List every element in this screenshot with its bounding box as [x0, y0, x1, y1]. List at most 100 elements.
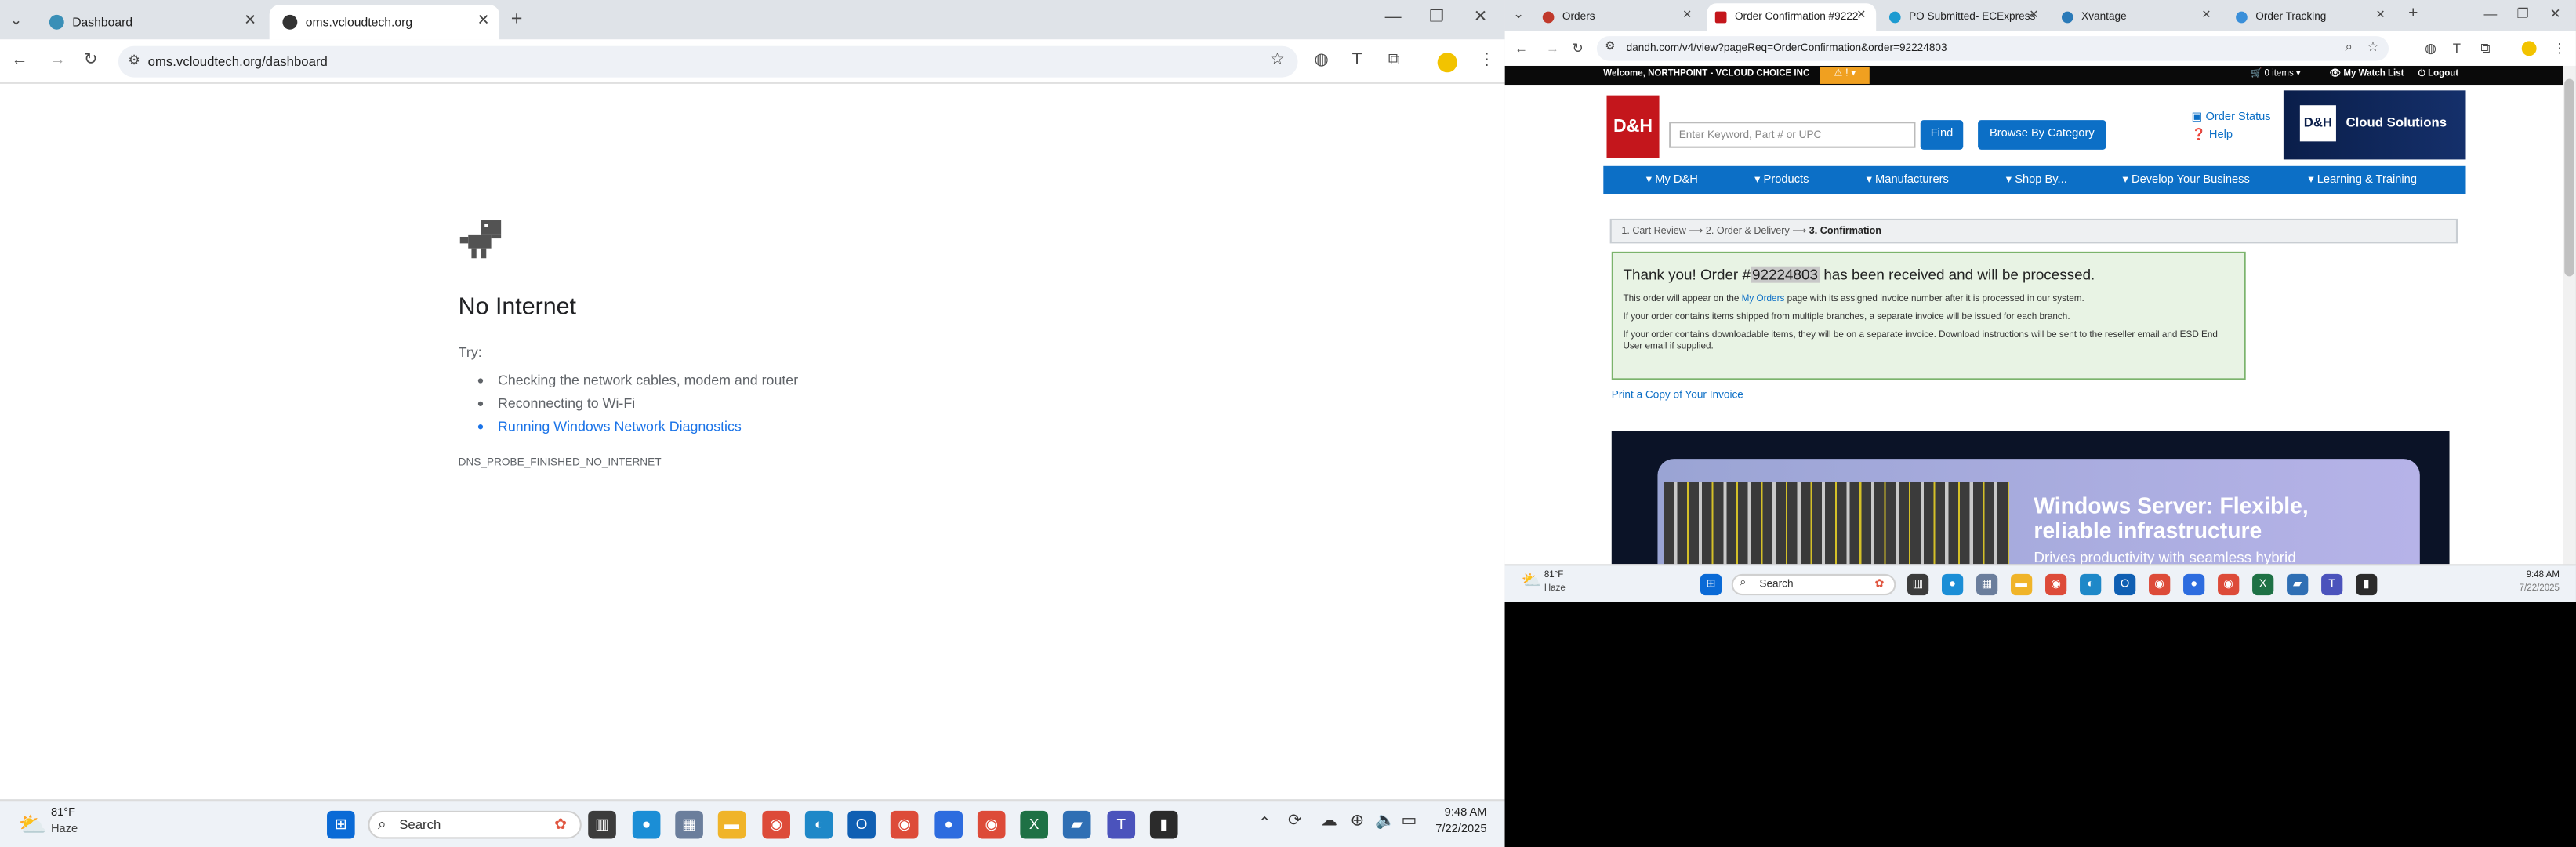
close-tab-icon[interactable]: ✕ [2029, 8, 2038, 22]
nav-shop-by[interactable]: ▾ Shop By... [2006, 173, 2067, 186]
chrome-icon[interactable]: ◉ [762, 810, 790, 839]
maximize-icon[interactable]: ❐ [1429, 8, 1444, 27]
tab-search-icon[interactable]: ⌄ [1513, 5, 1524, 24]
clock-time[interactable]: 9:48 AM [2497, 571, 2560, 581]
new-tab-icon[interactable]: + [2408, 5, 2418, 24]
minimize-icon[interactable]: — [1385, 8, 1402, 27]
zoom-icon[interactable]: ⌕ [2346, 38, 2353, 57]
zoom-icon[interactable]: ● [2183, 573, 2205, 596]
site-info-icon[interactable]: ⚙ [128, 51, 140, 71]
file-explorer-icon[interactable]: ▬ [2011, 573, 2033, 596]
alerts-badge[interactable]: ⚠ ! ▾ [1820, 67, 1870, 84]
menu-icon[interactable]: ⋮ [2553, 39, 2567, 59]
reader-icon[interactable]: T [2453, 39, 2461, 59]
tab-oms[interactable]: oms.vcloudtech.org ✕ [269, 5, 500, 40]
watch-list-link[interactable]: 👁 My Watch List [2330, 69, 2404, 79]
tab-search-icon[interactable]: ⌄ [10, 10, 23, 30]
close-tab-icon[interactable]: ✕ [244, 12, 256, 30]
nav-my-dandh[interactable]: ▾ My D&H [1646, 173, 1698, 186]
teams-icon[interactable]: T [2321, 573, 2343, 596]
tab-xvantage[interactable]: Xvantage ✕ [2053, 3, 2221, 31]
my-orders-link[interactable]: My Orders [1742, 294, 1785, 304]
diagnostics-link[interactable]: Running Windows Network Diagnostics [498, 414, 1116, 437]
reload-icon[interactable]: ↻ [84, 51, 98, 71]
nav-products[interactable]: ▾ Products [1754, 173, 1809, 186]
chrome-profile2-icon[interactable]: ◉ [977, 810, 1006, 839]
taskbar-search[interactable]: ⌕ Search ✿ [1731, 573, 1896, 596]
product-search-input[interactable]: Enter Keyword, Part # or UPC [1669, 122, 1916, 148]
bookmark-star-icon[interactable]: ☆ [2367, 38, 2378, 57]
profile-avatar[interactable] [2521, 41, 2537, 56]
menu-icon[interactable]: ⋮ [1478, 51, 1495, 71]
tray-chevron-icon[interactable]: ⌃ [1258, 814, 1271, 832]
weather-temp[interactable]: 81°F [51, 808, 75, 820]
weather-temp[interactable]: 81°F [1544, 571, 1563, 581]
close-tab-icon[interactable]: ✕ [1682, 8, 1692, 22]
tab-orders[interactable]: Orders ✕ [1534, 3, 1702, 31]
edge-icon[interactable]: ◐ [2080, 573, 2102, 596]
maximize-icon[interactable]: ❐ [2516, 5, 2528, 24]
logout-link[interactable]: ⏻ Logout [2418, 69, 2458, 81]
profile-avatar[interactable] [1437, 53, 1457, 73]
minimize-icon[interactable]: — [2484, 5, 2498, 24]
app-icon[interactable]: ● [1941, 573, 1964, 596]
back-icon[interactable]: ← [1515, 39, 1528, 59]
close-window-icon[interactable]: ✕ [1474, 8, 1488, 27]
app-icon[interactable]: ● [632, 810, 661, 839]
close-tab-icon[interactable]: ✕ [477, 12, 490, 30]
tray-cloud-icon[interactable]: ☁ [1321, 812, 1337, 831]
puzzle-icon[interactable]: ⧉ [2480, 39, 2490, 59]
clock-time[interactable]: 9:48 AM [1424, 808, 1487, 820]
close-tab-icon[interactable]: ✕ [2375, 8, 2385, 22]
close-window-icon[interactable]: ✕ [2549, 5, 2560, 24]
sticky-notes-icon[interactable]: ▮ [1149, 810, 1178, 839]
tab-order-tracking[interactable]: Order Tracking ✕ [2228, 3, 2396, 31]
tab-po-submitted[interactable]: PO Submitted- ECExpress ✕ [1881, 3, 2048, 31]
nav-manufacturers[interactable]: ▾ Manufacturers [1867, 173, 1949, 186]
tray-sync-icon[interactable]: ⟳ [1288, 812, 1302, 831]
dandh-logo[interactable]: D&H [1606, 95, 1660, 158]
clock-date[interactable]: 7/22/2025 [2480, 583, 2560, 594]
app-window-icon[interactable]: ▰ [2287, 573, 2309, 596]
address-bar[interactable]: ⚙ dandh.com/v4/view?pageReq=OrderConfirm… [1596, 36, 2389, 61]
reader-icon[interactable]: T [1352, 51, 1362, 71]
print-invoice-link[interactable]: Print a Copy of Your Invoice [1612, 390, 1743, 402]
outlook-icon[interactable]: O [847, 810, 876, 839]
help-link[interactable]: ❓ Help [2192, 129, 2233, 142]
clock-date[interactable]: 7/22/2025 [1408, 824, 1486, 836]
outlook-icon[interactable]: O [2114, 573, 2136, 596]
extension-icon[interactable]: ◍ [2425, 39, 2436, 59]
close-tab-icon[interactable]: ✕ [2201, 8, 2211, 22]
excel-icon[interactable]: X [2252, 573, 2274, 596]
task-view-icon[interactable]: ▥ [1907, 573, 1929, 596]
windows-server-banner[interactable]: Windows Server: Flexible, reliable infra… [1611, 431, 2450, 565]
site-info-icon[interactable]: ⚙ [1605, 38, 1615, 57]
cloud-solutions-banner[interactable]: D&H Cloud Solutions [2283, 90, 2466, 160]
order-status-link[interactable]: ▣ Order Status [2192, 111, 2271, 124]
close-tab-icon[interactable]: ✕ [1856, 8, 1866, 22]
reload-icon[interactable]: ↻ [1572, 39, 1583, 59]
start-icon[interactable]: ⊞ [1700, 573, 1722, 596]
cart[interactable]: 🛒 0 items ▾ [2251, 69, 2301, 79]
chrome-profile-icon[interactable]: ◉ [2149, 573, 2171, 596]
scrollbar[interactable] [2563, 65, 2576, 565]
new-tab-icon[interactable]: + [511, 8, 523, 27]
find-button[interactable]: Find [1920, 120, 1964, 150]
teams-icon[interactable]: T [1107, 810, 1136, 839]
sticky-notes-icon[interactable]: ▮ [2356, 573, 2378, 596]
edge-icon[interactable]: ◐ [804, 810, 833, 839]
puzzle-icon[interactable]: ⧉ [1388, 51, 1400, 71]
address-bar[interactable]: ⚙ oms.vcloudtech.org/dashboard ☆ [118, 45, 1298, 78]
volume-icon[interactable]: 🔈 [1375, 812, 1395, 831]
network-icon[interactable]: ⊕ [1351, 812, 1365, 831]
browse-category-button[interactable]: Browse By Category [1978, 120, 2106, 150]
calculator-icon[interactable]: ▦ [1976, 573, 1998, 596]
chrome-profile-icon[interactable]: ◉ [890, 810, 919, 839]
chrome-icon[interactable]: ◉ [2045, 573, 2067, 596]
file-explorer-icon[interactable]: ▬ [717, 810, 746, 839]
nav-develop-business[interactable]: ▾ Develop Your Business [2123, 173, 2250, 186]
chrome-profile2-icon[interactable]: ◉ [2218, 573, 2240, 596]
task-view-icon[interactable]: ▥ [588, 810, 616, 839]
tab-dashboard[interactable]: Dashboard ✕ [36, 5, 266, 39]
bookmark-star-icon[interactable]: ☆ [1270, 51, 1285, 71]
